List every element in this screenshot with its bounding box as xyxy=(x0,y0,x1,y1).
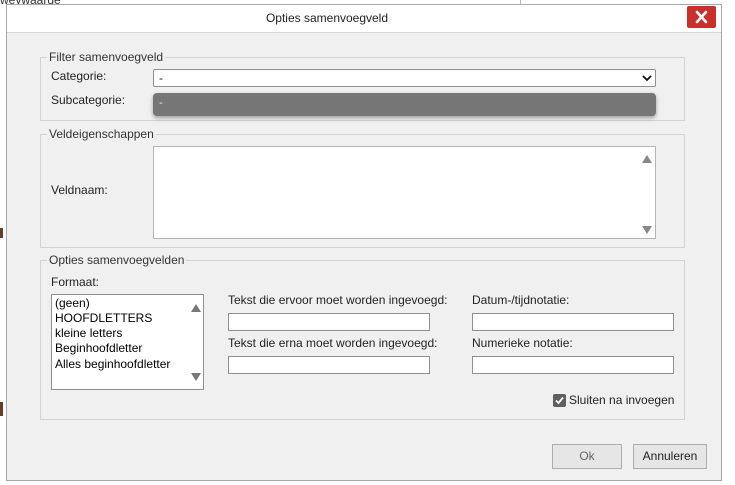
list-item[interactable]: kleine letters xyxy=(55,326,122,340)
text-before-input[interactable] xyxy=(228,313,430,331)
datetime-label: Datum-/tijdnotatie: xyxy=(472,293,570,307)
close-after-insert-checkbox[interactable] xyxy=(553,394,566,407)
list-item[interactable]: HOOFDLETTERS xyxy=(55,311,152,325)
checkmark-icon xyxy=(555,396,564,405)
text-after-input[interactable] xyxy=(228,356,430,374)
background-marker xyxy=(0,402,3,416)
list-item[interactable]: Beginhoofdletter xyxy=(55,341,142,355)
subcategory-label: Subcategorie: xyxy=(51,93,126,107)
text-before-label: Tekst die ervoor moet worden ingevoegd: xyxy=(228,293,448,307)
dialog-title: Opties samenvoegveld xyxy=(265,11,389,25)
merge-options-legend: Opties samenvoegvelden xyxy=(49,253,185,267)
category-select[interactable]: - xyxy=(153,69,656,87)
close-after-insert-label[interactable]: Sluiten na invoegen xyxy=(569,393,674,407)
datetime-format-input[interactable] xyxy=(472,313,674,331)
numeric-label: Numerieke notatie: xyxy=(472,336,573,350)
dialog-titlebar[interactable]: Opties samenvoegveld xyxy=(7,5,721,33)
field-properties-legend: Veldeigenschappen xyxy=(49,127,154,141)
background-marker xyxy=(0,228,3,238)
merge-field-options-dialog: Opties samenvoegveld Filter samenvoegvel… xyxy=(6,4,722,481)
triangle-up-icon[interactable] xyxy=(191,304,201,312)
list-item[interactable]: (geen) xyxy=(55,296,90,310)
chevron-down-icon xyxy=(642,75,652,82)
dropdown-option[interactable]: - xyxy=(159,97,163,109)
triangle-down-icon[interactable] xyxy=(191,373,201,381)
fieldname-textarea[interactable] xyxy=(153,146,656,239)
category-dropdown-list[interactable]: - xyxy=(153,93,656,116)
filter-group-legend: Filter samenvoegveld xyxy=(49,50,164,64)
close-icon xyxy=(695,10,708,24)
format-label: Formaat: xyxy=(51,275,100,289)
triangle-up-icon[interactable] xyxy=(642,155,652,163)
fieldname-label: Veldnaam: xyxy=(51,183,108,197)
triangle-down-icon[interactable] xyxy=(642,226,652,234)
close-button[interactable] xyxy=(687,6,716,28)
list-item[interactable]: Alles beginhoofdletter xyxy=(55,357,170,371)
category-select-value: - xyxy=(159,71,163,85)
numeric-format-input[interactable] xyxy=(472,356,674,374)
format-listbox[interactable]: (geen) HOOFDLETTERS kleine letters Begin… xyxy=(51,294,204,390)
cancel-button[interactable]: Annuleren xyxy=(633,444,707,469)
ok-button[interactable]: Ok xyxy=(552,444,622,469)
text-after-label: Tekst die erna moet worden ingevoegd: xyxy=(228,336,438,350)
category-label: Categorie: xyxy=(51,69,107,83)
